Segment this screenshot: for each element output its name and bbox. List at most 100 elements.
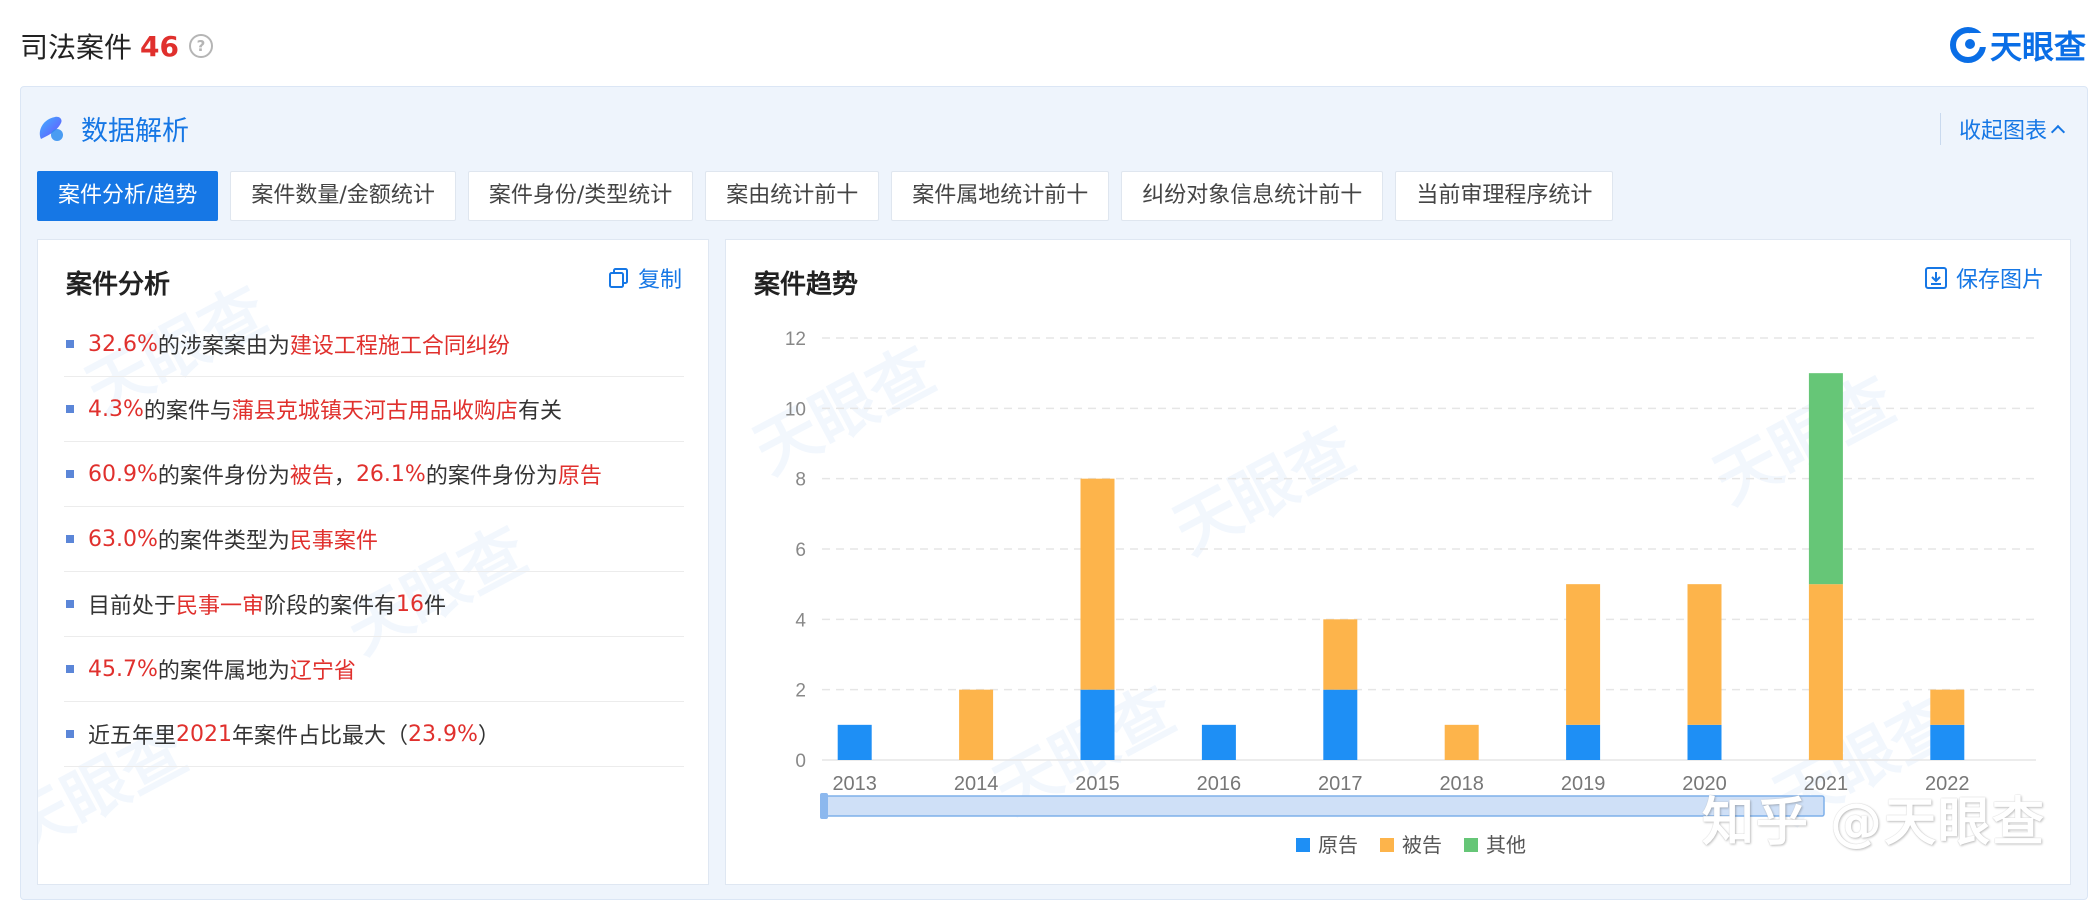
y-tick-label: 10 <box>785 399 806 420</box>
analysis-highlight: 60.9% <box>88 461 158 487</box>
analysis-text: 阶段的案件有 <box>264 594 397 619</box>
bar-被告 <box>1080 478 1115 690</box>
analysis-highlight: 32.6% <box>88 331 158 357</box>
bar-原告 <box>1930 724 1965 760</box>
analysis-highlight: 被告 <box>289 464 334 489</box>
bar-被告 <box>1687 584 1722 725</box>
y-tick-label: 0 <box>795 751 806 772</box>
collapse-chart-label: 收起图表 <box>1958 119 2047 144</box>
panel-title-label: 数据解析 <box>81 116 189 147</box>
bar-原告 <box>1080 689 1115 760</box>
legend-label: 被告 <box>1402 833 1442 857</box>
analysis-text: 近五年里 <box>88 724 177 749</box>
analysis-highlight: 建设工程施工合同纠纷 <box>289 334 510 359</box>
collapse-chart-button[interactable]: 收起图表 <box>1939 113 2066 145</box>
analysis-text: 的案件身份为 <box>157 464 290 489</box>
bar-原告 <box>1201 724 1236 760</box>
case-analysis-title: 案件分析 <box>66 270 171 300</box>
tab-case-amount-stats[interactable]: 案件数量/金额统计 <box>230 171 456 221</box>
case-count: 46 <box>140 29 179 63</box>
bar-被告 <box>1444 724 1479 760</box>
y-tick-label: 4 <box>795 610 806 631</box>
analysis-text: 件 <box>424 594 447 619</box>
page-title: 司法案件 46 ? <box>20 26 213 66</box>
bar-原告 <box>837 724 872 760</box>
bullet-icon <box>66 340 74 348</box>
analysis-highlight: 民事一审 <box>176 594 265 619</box>
bar-被告 <box>1808 584 1843 760</box>
bullet-icon <box>66 730 74 738</box>
bar-原告 <box>1323 689 1358 760</box>
analysis-text: 的案件身份为 <box>425 464 558 489</box>
analysis-highlight: 16 <box>396 591 425 617</box>
y-tick-label: 12 <box>785 329 806 350</box>
copy-button[interactable]: 复制 <box>608 262 682 294</box>
bullet-icon <box>66 535 74 543</box>
bullet-icon <box>66 600 74 608</box>
analysis-list: 32.6% 的涉案案由为 建设工程施工合同纠纷 4.3% 的案件与 蒲县克城镇天河古用品收… <box>64 312 684 767</box>
data-zoom-handle <box>820 793 828 819</box>
tab-trial-procedure-stats[interactable]: 当前审理程序统计 <box>1395 171 1614 221</box>
analysis-highlight: 2021 <box>176 721 233 747</box>
analysis-text: 有关 <box>517 399 562 424</box>
tab-case-analysis-trend[interactable]: 案件分析/趋势 <box>37 171 219 221</box>
analysis-highlight: 辽宁省 <box>289 659 356 684</box>
analysis-tabs: 案件分析/趋势 案件数量/金额统计 案件身份/类型统计 案由统计前十 案件属地统… <box>37 171 1625 221</box>
analysis-highlight: 26.1% <box>355 461 426 487</box>
tab-case-region-top10[interactable]: 案件属地统计前十 <box>891 171 1110 221</box>
tab-case-cause-top10[interactable]: 案由统计前十 <box>705 171 880 221</box>
analysis-text: 年案件占比最大（ <box>232 724 409 749</box>
bullet-icon <box>66 665 74 673</box>
legend-swatch <box>1464 838 1478 852</box>
analysis-item: 4.3% 的案件与 蒲县克城镇天河古用品收购店 有关 <box>64 377 684 442</box>
copy-label: 复制 <box>637 268 682 293</box>
question-circle-icon[interactable]: ? <box>188 34 213 58</box>
page-title-label: 司法案件 <box>20 31 133 64</box>
analysis-item: 45.7% 的案件属地为 辽宁省 <box>64 637 684 702</box>
legend-swatch <box>1296 838 1310 852</box>
zhihu-watermark: 知乎 @天眼查 <box>1701 793 2046 853</box>
x-tick-label: 2016 <box>1197 773 1242 795</box>
analysis-item: 目前处于 民事一审 阶段的案件有 16 件 <box>64 572 684 637</box>
bar-其他 <box>1808 373 1843 585</box>
analysis-text: 目前处于 <box>88 594 177 619</box>
case-analysis-card: 天眼查 天眼查 天眼查 案件分析 复制 32.6% 的涉案案由为 建设工程施工合同纠… <box>37 239 709 885</box>
analysis-text: 的案件类型为 <box>157 529 290 554</box>
analysis-highlight: 45.7% <box>88 656 158 682</box>
legend-label: 原告 <box>1318 833 1358 857</box>
panel-title: 数据解析 <box>35 109 189 148</box>
analysis-highlight: 63.0% <box>88 526 158 552</box>
bar-被告 <box>1323 619 1358 690</box>
analysis-item: 60.9% 的案件身份为 被告， 26.1% 的案件身份为 原告 <box>64 442 684 507</box>
analysis-text: ， <box>333 464 356 489</box>
analysis-text: 的案件与 <box>143 399 232 424</box>
x-tick-label: 2015 <box>1075 773 1120 795</box>
analysis-text: 的案件属地为 <box>157 659 290 684</box>
analysis-highlight: 原告 <box>557 464 602 489</box>
bar-原告 <box>1687 724 1722 760</box>
analysis-highlight: 蒲县克城镇天河古用品收购店 <box>231 399 518 424</box>
y-tick-label: 6 <box>795 540 806 561</box>
y-tick-label: 2 <box>795 681 806 702</box>
tab-case-role-type-stats[interactable]: 案件身份/类型统计 <box>467 171 694 221</box>
bullet-icon <box>66 405 74 413</box>
copy-icon <box>608 268 628 288</box>
x-tick-label: 2013 <box>832 773 877 795</box>
x-tick-label: 2017 <box>1318 773 1363 795</box>
x-tick-label: 2018 <box>1439 773 1484 795</box>
x-tick-label: 2014 <box>954 773 999 795</box>
brand-name: 天眼查 <box>1989 28 2086 66</box>
brand-logo[interactable]: 天眼查 <box>1949 22 2086 68</box>
analysis-item: 63.0% 的案件类型为 民事案件 <box>64 507 684 572</box>
bar-被告 <box>1930 689 1965 725</box>
analysis-highlight: 23.9% <box>408 721 478 747</box>
analysis-item: 近五年里 2021 年案件占比最大（ 23.9%） <box>64 702 684 767</box>
analysis-highlight: 4.3% <box>88 396 144 422</box>
tab-dispute-party-top10[interactable]: 纠纷对象信息统计前十 <box>1121 171 1384 221</box>
bullet-icon <box>66 470 74 478</box>
analysis-text: 的涉案案由为 <box>157 334 290 359</box>
data-analysis-panel: 数据解析 收起图表 案件分析/趋势 案件数量/金额统计 案件身份/类型统计 案由… <box>20 86 2088 900</box>
bar-被告 <box>1566 584 1601 725</box>
data-zoom-slider <box>823 795 1825 817</box>
analysis-highlight: 民事案件 <box>289 529 378 554</box>
